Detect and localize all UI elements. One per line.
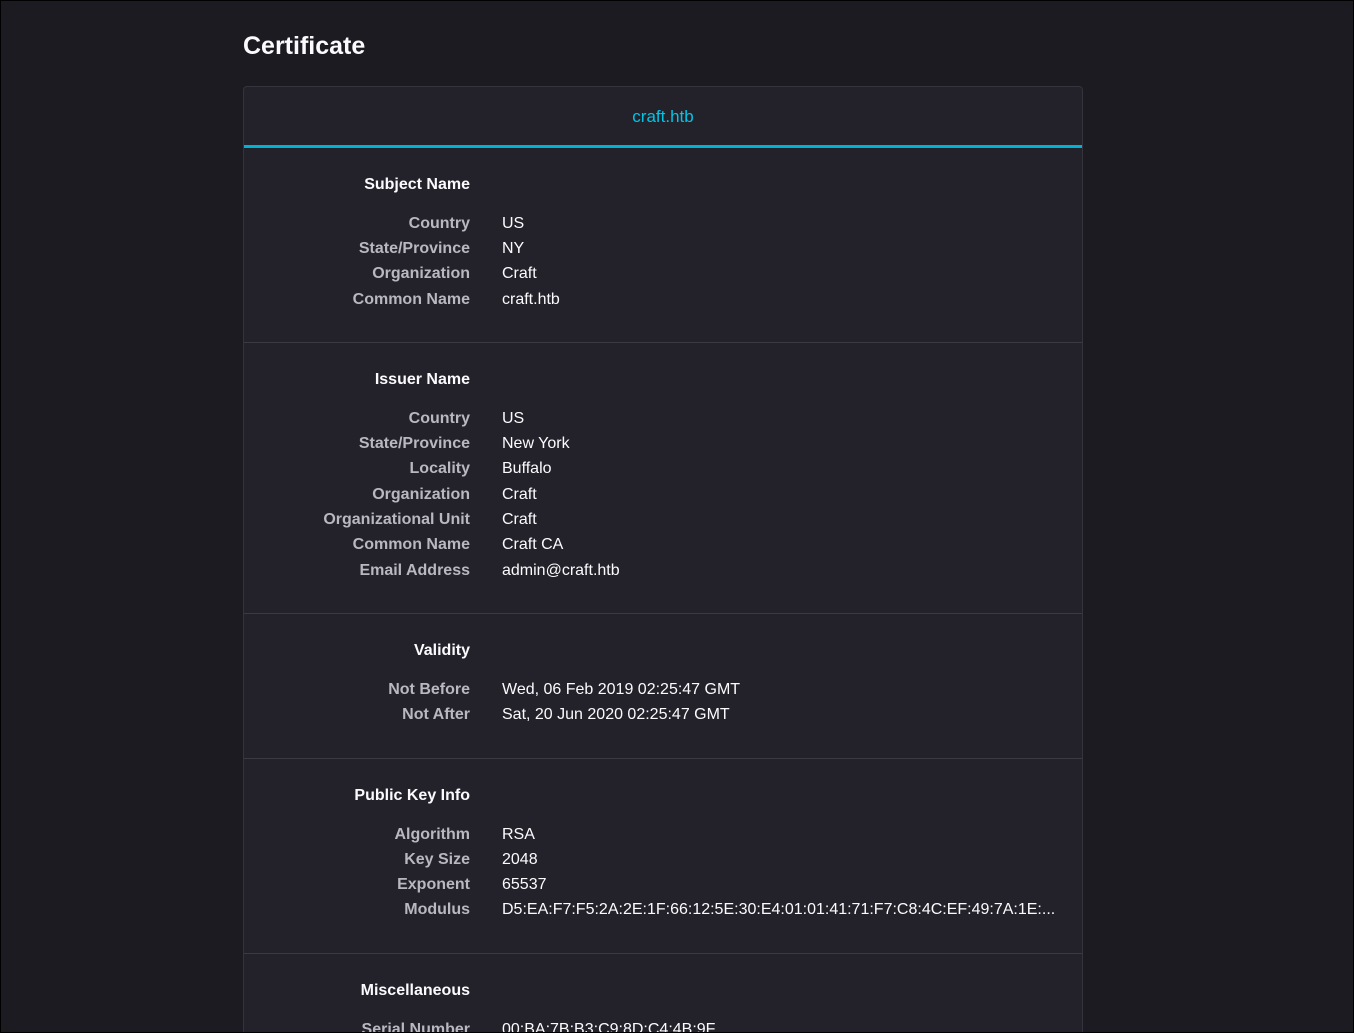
page-title: Certificate: [243, 32, 366, 60]
field-row: Exponent 65537: [244, 872, 1082, 897]
section-title: Issuer Name: [374, 371, 470, 389]
field-label: Organization: [372, 265, 470, 283]
field-value: US: [502, 214, 525, 232]
validity-section: Validity Not Before Wed, 06 Feb 2019 02:…: [244, 614, 1082, 759]
field-row: Organization Craft: [244, 482, 1082, 507]
field-row: Common Name craft.htb: [244, 287, 1082, 312]
field-label: Key Size: [404, 850, 470, 868]
field-label: Not After: [402, 706, 470, 724]
field-value: craft.htb: [502, 290, 560, 308]
field-row: Serial Number 00:BA:7B:B3:C9:8D:C4:4B:9F: [244, 1017, 1082, 1033]
field-label: Modulus: [404, 901, 470, 919]
section-title: Validity: [413, 642, 470, 660]
field-row: Locality Buffalo: [244, 457, 1082, 482]
issuer-name-section: Issuer Name Country US State/Province Ne…: [244, 343, 1082, 615]
subject-name-section: Subject Name Country US State/Province N…: [244, 148, 1082, 344]
field-label: Email Address: [359, 561, 470, 579]
field-value: Craft: [502, 485, 537, 503]
tab-craft-htb[interactable]: craft.htb: [632, 107, 693, 127]
field-value: 00:BA:7B:B3:C9:8D:C4:4B:9F: [502, 1020, 716, 1033]
public-key-info-section: Public Key Info Algorithm RSA Key Size 2…: [244, 759, 1082, 955]
field-row: Country US: [244, 406, 1082, 431]
field-value: admin@craft.htb: [502, 561, 620, 579]
field-value: Craft CA: [502, 536, 564, 554]
field-label: State/Province: [358, 435, 470, 453]
field-value: Sat, 20 Jun 2020 02:25:47 GMT: [502, 706, 730, 724]
field-label: Common Name: [352, 536, 470, 554]
field-row: Organizational Unit Craft: [244, 507, 1082, 532]
field-row: Key Size 2048: [244, 847, 1082, 872]
field-label: Organization: [372, 485, 470, 503]
field-value: Wed, 06 Feb 2019 02:25:47 GMT: [502, 680, 741, 698]
field-row: Not Before Wed, 06 Feb 2019 02:25:47 GMT: [244, 677, 1082, 702]
field-label: Country: [408, 214, 470, 232]
field-label: Organizational Unit: [323, 511, 470, 529]
field-row: Organization Craft: [244, 262, 1082, 287]
field-row: Email Address admin@craft.htb: [244, 558, 1082, 583]
section-title: Public Key Info: [354, 786, 470, 804]
field-value: 65537: [502, 876, 547, 894]
field-label: Country: [408, 409, 470, 427]
field-row: Modulus D5:EA:F7:F5:2A:2E:1F:66:12:5E:30…: [244, 898, 1082, 923]
field-row: Algorithm RSA: [244, 822, 1082, 847]
field-label: Common Name: [352, 290, 470, 308]
field-value: NY: [502, 239, 525, 257]
field-label: Exponent: [397, 876, 470, 894]
certificate-viewer: Certificate craft.htb Subject Name Count…: [0, 0, 1354, 1033]
field-value: Craft: [502, 511, 537, 529]
field-value: US: [502, 409, 525, 427]
field-value: RSA: [502, 825, 535, 843]
field-row: Country US: [244, 211, 1082, 236]
field-row: Not After Sat, 20 Jun 2020 02:25:47 GMT: [244, 703, 1082, 728]
field-row: State/Province New York: [244, 431, 1082, 456]
field-value: New York: [502, 435, 570, 453]
section-title: Subject Name: [364, 176, 470, 193]
field-label: Not Before: [388, 680, 470, 698]
miscellaneous-section: Miscellaneous Serial Number 00:BA:7B:B3:…: [244, 954, 1082, 1033]
tab-bar: craft.htb: [244, 87, 1082, 148]
field-label: Serial Number: [361, 1020, 470, 1033]
field-label: State/Province: [358, 239, 470, 257]
field-value: Buffalo: [502, 460, 552, 478]
field-label: Algorithm: [394, 825, 470, 843]
certificate-card: craft.htb Subject Name Country US State/…: [243, 86, 1083, 1033]
field-label: Locality: [409, 460, 470, 478]
field-value: 2048: [502, 850, 538, 868]
field-value: Craft: [502, 265, 537, 283]
field-row: Common Name Craft CA: [244, 533, 1082, 558]
section-title: Miscellaneous: [360, 982, 470, 1000]
field-row: State/Province NY: [244, 236, 1082, 261]
modulus-value[interactable]: D5:EA:F7:F5:2A:2E:1F:66:12:5E:30:E4:01:0…: [502, 901, 1055, 919]
